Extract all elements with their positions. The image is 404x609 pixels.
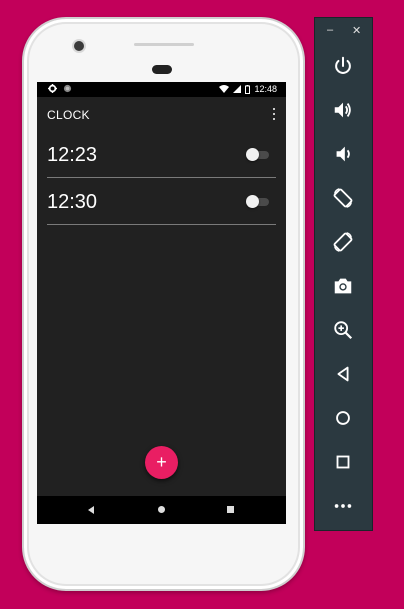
earpiece bbox=[152, 65, 172, 74]
alarm-time[interactable]: 12:30 bbox=[47, 191, 97, 214]
battery-icon bbox=[245, 84, 251, 94]
alarm-row[interactable]: 12:23 bbox=[47, 131, 276, 178]
camera-icon[interactable] bbox=[331, 274, 355, 298]
front-camera bbox=[74, 41, 84, 51]
back-icon[interactable] bbox=[88, 506, 94, 514]
alarm-toggle[interactable] bbox=[246, 148, 269, 161]
settings-icon bbox=[48, 84, 57, 93]
rotate-right-icon[interactable] bbox=[331, 230, 355, 254]
minimize-button[interactable]: – bbox=[327, 24, 333, 36]
close-button[interactable]: ✕ bbox=[352, 24, 361, 37]
back-icon[interactable] bbox=[331, 362, 355, 386]
home-icon[interactable] bbox=[158, 506, 165, 513]
wifi-icon bbox=[219, 85, 230, 93]
volume-down-icon[interactable] bbox=[331, 142, 355, 166]
app-title: CLOCK bbox=[47, 108, 90, 122]
sync-icon bbox=[63, 84, 72, 93]
signal-icon bbox=[233, 85, 242, 93]
volume-up-icon[interactable] bbox=[331, 98, 355, 122]
overview-icon[interactable] bbox=[331, 450, 355, 474]
zoom-icon[interactable] bbox=[331, 318, 355, 342]
toolbar-header: – ✕ bbox=[315, 18, 372, 46]
alarm-time[interactable]: 12:23 bbox=[47, 144, 97, 167]
navigation-bar bbox=[37, 496, 286, 524]
status-time: 12:48 bbox=[254, 84, 277, 94]
power-icon[interactable] bbox=[331, 54, 355, 78]
status-bar: 12:48 bbox=[37, 82, 286, 97]
add-alarm-button[interactable]: + bbox=[145, 446, 178, 479]
device-screen: 12:48 CLOCK 12:23 12:30 + bbox=[37, 82, 286, 524]
emulator-toolbar: – ✕ bbox=[314, 17, 373, 531]
home-icon[interactable] bbox=[331, 406, 355, 430]
recents-icon[interactable] bbox=[227, 506, 234, 513]
more-icon[interactable] bbox=[331, 494, 355, 518]
speaker-grille bbox=[134, 43, 194, 46]
alarm-toggle[interactable] bbox=[246, 195, 269, 208]
alarm-row[interactable]: 12:30 bbox=[47, 178, 276, 225]
rotate-left-icon[interactable] bbox=[331, 186, 355, 210]
overflow-menu-icon[interactable] bbox=[271, 108, 277, 120]
app-bar: CLOCK bbox=[37, 97, 286, 131]
